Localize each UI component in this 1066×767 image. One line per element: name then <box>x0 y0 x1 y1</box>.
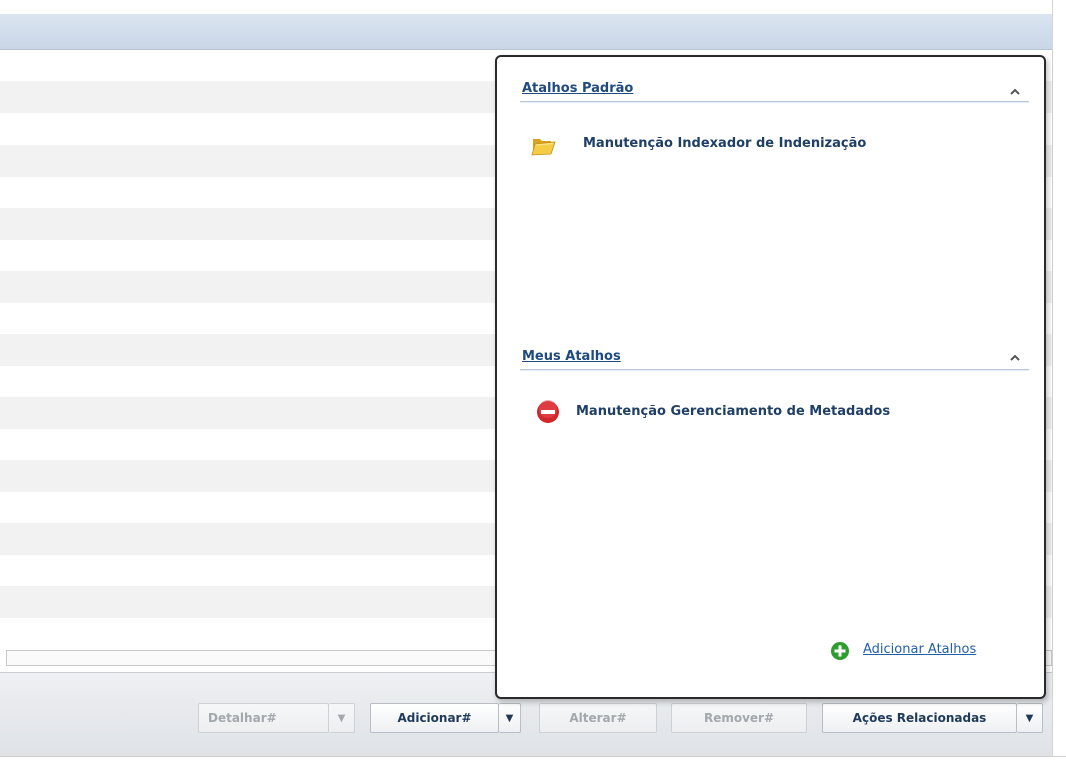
collapse-toggle-icon[interactable] <box>1008 85 1022 99</box>
add-button-label: Adicionar# <box>397 711 472 725</box>
edit-button[interactable]: Alterar# <box>539 703 657 733</box>
related-actions-button-label: Ações Relacionadas <box>852 711 987 725</box>
remove-button-label: Remover# <box>703 711 775 725</box>
folder-icon <box>531 139 556 156</box>
shortcuts-popup: Atalhos Padrão Manutenção Indexador de I… <box>495 55 1046 699</box>
shortcut-item-indexador[interactable]: Manutenção Indexador de Indenização <box>583 136 866 151</box>
grid-header <box>0 14 1052 50</box>
section-divider <box>520 101 1029 103</box>
collapse-toggle-icon[interactable] <box>1008 351 1022 365</box>
vertical-scrollbar[interactable] <box>1052 0 1066 767</box>
detail-button[interactable]: Detalhar# <box>198 703 329 733</box>
section-title-my-shortcuts[interactable]: Meus Atalhos <box>522 349 621 364</box>
remove-button[interactable]: Remover# <box>671 703 807 733</box>
detail-button-label: Detalhar# <box>208 711 277 725</box>
section-title-default-shortcuts[interactable]: Atalhos Padrão <box>522 81 633 96</box>
chevron-down-icon: ▼ <box>337 712 346 724</box>
remove-icon[interactable] <box>536 400 560 424</box>
add-icon[interactable] <box>830 641 850 661</box>
status-strip <box>0 756 1066 767</box>
related-actions-dropdown-button[interactable]: ▼ <box>1017 703 1043 733</box>
shortcut-item-metadados[interactable]: Manutenção Gerenciamento de Metadados <box>576 404 890 419</box>
add-dropdown-button[interactable]: ▼ <box>499 703 521 733</box>
edit-button-label: Alterar# <box>569 711 627 725</box>
related-actions-button[interactable]: Ações Relacionadas <box>822 703 1017 733</box>
app-window: Detalhar# ▼ Adicionar# ▼ Alterar# Remove… <box>0 0 1066 767</box>
add-shortcuts-link[interactable]: Adicionar Atalhos <box>863 642 976 657</box>
add-button[interactable]: Adicionar# <box>370 703 499 733</box>
detail-dropdown-button[interactable]: ▼ <box>329 703 355 733</box>
section-divider <box>520 369 1029 371</box>
chevron-down-icon: ▼ <box>1025 712 1034 724</box>
chevron-down-icon: ▼ <box>505 712 514 724</box>
